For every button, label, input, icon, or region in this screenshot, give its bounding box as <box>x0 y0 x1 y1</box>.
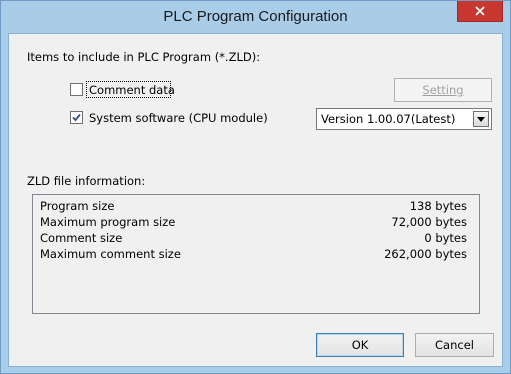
info-key: Comment size <box>40 231 123 245</box>
dialog-content: Items to include in PLC Program (*.ZLD):… <box>8 33 503 367</box>
info-key: Program size <box>40 199 115 213</box>
info-row: Program size 138 bytes <box>40 199 467 213</box>
comment-data-checkbox[interactable] <box>70 83 83 96</box>
info-key: Maximum program size <box>40 215 176 229</box>
checkmark-icon <box>72 113 81 122</box>
title-bar[interactable]: PLC Program Configuration <box>1 1 510 33</box>
system-software-checkbox[interactable] <box>70 111 83 124</box>
ok-button[interactable]: OK <box>316 333 404 357</box>
info-value: 0 bytes <box>424 231 467 245</box>
dialog-window: PLC Program Configuration Items to inclu… <box>0 0 511 374</box>
info-row: Maximum program size 72,000 bytes <box>40 215 467 229</box>
zld-info-box: Program size 138 bytes Maximum program s… <box>32 194 480 314</box>
version-select-value: Version 1.00.07(Latest) <box>321 112 456 126</box>
info-value: 138 bytes <box>409 199 467 213</box>
system-software-label[interactable]: System software (CPU module) <box>89 111 268 125</box>
cancel-button[interactable]: Cancel <box>415 333 494 357</box>
dialog-title: PLC Program Configuration <box>163 8 348 25</box>
items-section-label: Items to include in PLC Program (*.ZLD): <box>27 50 261 64</box>
info-value: 262,000 bytes <box>384 247 467 261</box>
cancel-button-label: Cancel <box>435 338 474 352</box>
ok-button-label: OK <box>351 338 369 352</box>
info-value: 72,000 bytes <box>391 215 467 229</box>
close-button[interactable] <box>457 1 503 22</box>
setting-button-label: Setting <box>422 83 464 97</box>
close-icon <box>475 6 485 16</box>
info-key: Maximum comment size <box>40 247 181 261</box>
setting-button[interactable]: Setting <box>394 78 492 102</box>
version-select[interactable]: Version 1.00.07(Latest) <box>316 108 492 130</box>
comment-data-label[interactable]: Comment data <box>89 83 175 97</box>
zld-info-label: ZLD file information: <box>27 174 146 188</box>
info-row: Maximum comment size 262,000 bytes <box>40 247 467 261</box>
info-row: Comment size 0 bytes <box>40 231 467 245</box>
chevron-down-icon[interactable] <box>473 111 489 127</box>
